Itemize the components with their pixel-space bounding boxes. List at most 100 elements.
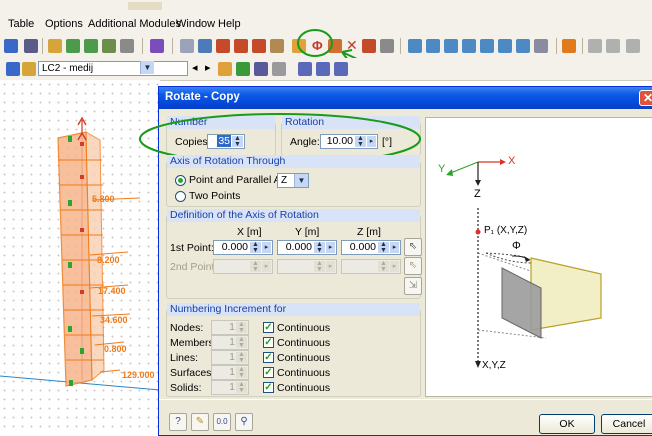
- surface-icon[interactable]: [84, 39, 98, 53]
- close-button[interactable]: ✕: [639, 90, 652, 106]
- defaults-button[interactable]: 0.0: [213, 413, 231, 431]
- load-label: 0.800: [104, 344, 127, 354]
- grid-icon[interactable]: [180, 39, 194, 53]
- spinner[interactable]: ▲ ▼: [314, 241, 325, 254]
- render-icon[interactable]: [562, 39, 576, 53]
- prev-icon[interactable]: ◂: [192, 61, 198, 74]
- dialog-title-bar[interactable]: Rotate - Copy ✕: [159, 87, 652, 109]
- ok-button[interactable]: OK: [539, 414, 595, 434]
- numbering-group: Numbering Increment for Nodes: 1 ▲ ▼ ✓ Con…: [166, 303, 421, 397]
- first-point-x-input[interactable]: 0.000 ▲ ▼ ▸: [213, 240, 273, 255]
- surfaces-continuous-checkbox[interactable]: ✓: [263, 367, 274, 378]
- lines-continuous-label: Continuous: [277, 352, 331, 364]
- load-label: 129.000: [122, 370, 155, 380]
- pick-line-button[interactable]: ⇲: [404, 277, 422, 295]
- check5-icon[interactable]: [480, 39, 494, 53]
- check3-icon[interactable]: [444, 39, 458, 53]
- arrow-icon: ▸: [326, 261, 335, 272]
- table-icon[interactable]: [198, 39, 212, 53]
- results-icon[interactable]: [218, 62, 232, 76]
- arrow-icon[interactable]: ▸: [262, 242, 271, 253]
- radio-point-parallel[interactable]: [175, 175, 186, 186]
- members-continuous-label: Continuous: [277, 337, 331, 349]
- help-button[interactable]: ?: [169, 413, 187, 431]
- member-icon[interactable]: [66, 39, 80, 53]
- flag-icon[interactable]: [270, 39, 284, 53]
- table3-icon[interactable]: [334, 62, 348, 76]
- load-label: 5.800: [92, 194, 115, 204]
- support-icon[interactable]: [216, 39, 230, 53]
- arrow-icon[interactable]: ▸: [390, 242, 399, 253]
- guide-icon[interactable]: [626, 39, 640, 53]
- view-icon[interactable]: [24, 39, 38, 53]
- edit-button[interactable]: ✎: [191, 413, 209, 431]
- filter-icon[interactable]: [272, 62, 286, 76]
- members-continuous-checkbox[interactable]: ✓: [263, 337, 274, 348]
- first-point-y-value: 0.000: [285, 241, 312, 253]
- nodes-label: Nodes:: [170, 322, 204, 334]
- first-point-z-value: 0.000: [349, 241, 376, 253]
- spinner[interactable]: ▲ ▼: [250, 241, 261, 254]
- image-icon[interactable]: [380, 39, 394, 53]
- load-label: 8.200: [97, 255, 120, 265]
- pick-point-button[interactable]: ⇖: [404, 238, 422, 256]
- nodes-increment-value: 1: [229, 321, 235, 333]
- load-case-select[interactable]: LC2 - medij: [38, 61, 188, 76]
- nodes-increment-input: 1 ▲ ▼: [211, 320, 249, 335]
- comment-icon[interactable]: [606, 39, 620, 53]
- lines-label: Lines:: [170, 352, 199, 364]
- cancel-button[interactable]: Cancel: [601, 414, 652, 434]
- check4-icon[interactable]: [462, 39, 476, 53]
- radio-two-points[interactable]: [175, 191, 186, 202]
- spinner[interactable]: ▲ ▼: [378, 241, 389, 254]
- pick-second-point-button: ⇖: [404, 257, 422, 275]
- load-icon[interactable]: [150, 39, 164, 53]
- line-pick-icon: ⇲: [408, 280, 418, 291]
- first-point-y-input[interactable]: 0.000 ▲ ▼ ▸: [277, 240, 337, 255]
- hinge-icon[interactable]: [234, 39, 248, 53]
- load-case-toolbar: LC2 - medij ▼ ◂ ▸: [0, 58, 652, 81]
- solids-increment-value: 1: [229, 381, 235, 393]
- first-point-z-input[interactable]: 0.000 ▲ ▼ ▸: [341, 240, 401, 255]
- menu-options[interactable]: Options: [45, 18, 83, 30]
- close-icon: ✕: [642, 91, 652, 105]
- check2-icon[interactable]: [426, 39, 440, 53]
- select-icon[interactable]: [4, 39, 18, 53]
- lines-continuous-checkbox[interactable]: ✓: [263, 352, 274, 363]
- chevron-down-icon: ▼: [294, 174, 308, 187]
- chevron-down-icon[interactable]: ▼: [140, 61, 154, 74]
- help-icon: ?: [175, 416, 181, 427]
- load-case-icon[interactable]: [22, 62, 36, 76]
- spinner: ▲ ▼: [236, 366, 247, 379]
- model-workspace[interactable]: 5.800 8.200 17.400 34.600 0.800 129.000: [0, 80, 161, 433]
- nodes-continuous-checkbox[interactable]: ✓: [263, 322, 274, 333]
- table2-icon[interactable]: [316, 62, 330, 76]
- deform-icon[interactable]: [236, 62, 250, 76]
- solids-continuous-checkbox[interactable]: ✓: [263, 382, 274, 393]
- menu-help[interactable]: Help: [218, 18, 241, 30]
- menu-additional-modules[interactable]: Additional Modules: [88, 18, 181, 30]
- spinner: ▲ ▼: [236, 336, 247, 349]
- panel-icon[interactable]: [6, 62, 20, 76]
- axis-select[interactable]: Z ▼: [277, 173, 309, 188]
- check8-icon[interactable]: [534, 39, 548, 53]
- values-icon[interactable]: [254, 62, 268, 76]
- menu-window[interactable]: Window: [176, 18, 215, 30]
- next-icon[interactable]: ▸: [205, 61, 211, 74]
- spinner: ▲ ▼: [236, 381, 247, 394]
- z-header: Z [m]: [357, 226, 381, 238]
- point-label: P₁ (X,Y,Z): [484, 225, 528, 236]
- radio-two-points-label: Two Points: [189, 190, 241, 202]
- solid-icon[interactable]: [102, 39, 116, 53]
- dim-icon[interactable]: [588, 39, 602, 53]
- release-icon[interactable]: [252, 39, 266, 53]
- arrow-icon[interactable]: ▸: [326, 242, 335, 253]
- anim-icon[interactable]: [298, 62, 312, 76]
- node-icon[interactable]: [48, 39, 62, 53]
- menu-table[interactable]: Table: [8, 18, 34, 30]
- cursor-icon[interactable]: [120, 39, 134, 53]
- preview-button[interactable]: ⚲: [235, 413, 253, 431]
- check7-icon[interactable]: [516, 39, 530, 53]
- check6-icon[interactable]: [498, 39, 512, 53]
- check-icon[interactable]: [408, 39, 422, 53]
